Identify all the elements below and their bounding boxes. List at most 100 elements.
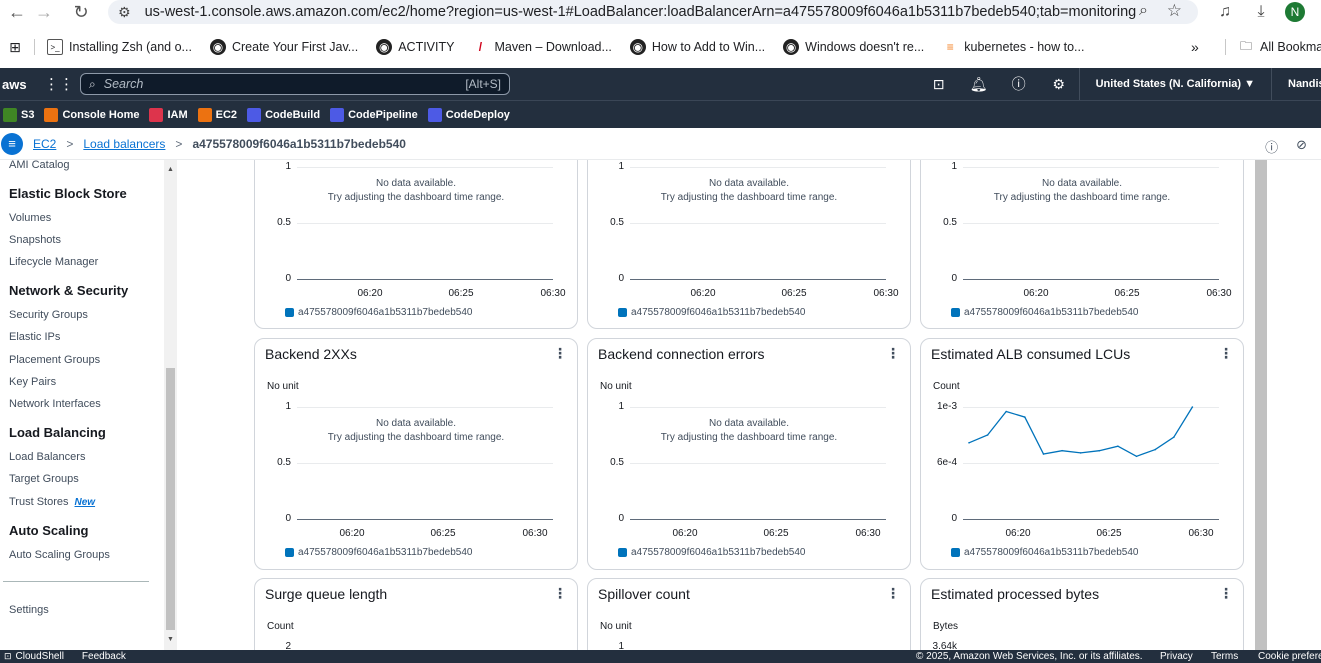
privacy-link[interactable]: Privacy [1160, 651, 1193, 662]
chart-legend[interactable]: a475578009f6046a1b5311b7bedeb540 [618, 307, 805, 318]
feedback-icon[interactable]: ⊘ [1296, 137, 1307, 156]
cloudshell-icon[interactable]: ⊡ [4, 651, 12, 662]
sidebar-item-load-balancers[interactable]: Load Balancers [0, 451, 85, 463]
sidebar-item-elastic-ips[interactable]: Elastic IPs [0, 331, 60, 343]
sidebar-item-key-pairs[interactable]: Key Pairs [0, 376, 56, 388]
address-bar[interactable]: ⚙ us-west-1.console.aws.amazon.com/ec2/h… [108, 0, 1198, 24]
sidebar-item-volumes[interactable]: Volumes [0, 212, 51, 224]
search-input[interactable]: ⌕ Search [Alt+S] [80, 73, 510, 95]
data-point[interactable] [1135, 455, 1138, 458]
more-options-icon[interactable]: ⋮ [1219, 585, 1233, 602]
sidebar-item-snapshots[interactable]: Snapshots [0, 234, 61, 246]
all-bookmarks[interactable]: 🗀 All Bookmarks [1238, 39, 1321, 55]
data-point[interactable] [1079, 452, 1082, 454]
settings-gear-icon[interactable]: ⚙ [1039, 76, 1079, 93]
region-selector[interactable]: United States (N. California) ▼ [1078, 68, 1271, 100]
favorite-ec2[interactable]: EC2 [197, 107, 237, 122]
bookmark-item[interactable]: ◉ Create Your First Jav... [209, 39, 358, 55]
info-icon[interactable]: ⓘ [1265, 137, 1278, 156]
sidebar-item-trust-stores[interactable]: Trust Stores [0, 496, 69, 508]
reload-icon[interactable]: ↻ [64, 0, 98, 28]
media-icon[interactable]: ♫ [1207, 3, 1243, 21]
bookmark-item[interactable]: ◉ Windows doesn't re... [783, 39, 924, 55]
data-point[interactable] [1061, 449, 1063, 452]
data-point[interactable] [1024, 416, 1026, 418]
apps-icon[interactable]: ⊞ [0, 39, 30, 56]
favorite-iam[interactable]: IAM [149, 107, 188, 122]
data-point[interactable] [1117, 445, 1119, 447]
more-options-icon[interactable]: ⋮ [886, 585, 900, 602]
chart-legend[interactable]: a475578009f6046a1b5311b7bedeb540 [285, 307, 472, 318]
cookie-preferences-link[interactable]: Cookie preferences [1258, 651, 1321, 662]
breadcrumb-ec2[interactable]: EC2 [33, 137, 56, 151]
scroll-up-icon[interactable]: ▲ [164, 166, 177, 173]
favorite-s3[interactable]: S3 [3, 107, 34, 122]
cloudshell-icon[interactable]: ⊡ [919, 76, 959, 93]
bookmark-star-icon[interactable]: ☆ [1167, 1, 1182, 21]
data-point[interactable] [1042, 453, 1045, 455]
chart-legend[interactable]: a475578009f6046a1b5311b7bedeb540 [951, 307, 1138, 318]
more-options-icon[interactable]: ⋮ [1219, 345, 1233, 362]
lcu-line-chart[interactable] [963, 395, 1219, 519]
favorite-codedeploy[interactable]: CodeDeploy [427, 107, 510, 122]
scroll-down-icon[interactable]: ▼ [164, 636, 177, 643]
metric-card-backend-2xx: Backend 2XXs ⋮ No unit 1 0.5 0 No data a… [254, 338, 578, 570]
scrollbar-thumb[interactable] [166, 368, 175, 630]
services-menu-icon[interactable]: ⋮⋮⋮ [44, 75, 89, 93]
sidebar-item-target-groups[interactable]: Target Groups [0, 473, 79, 485]
more-options-icon[interactable]: ⋮ [553, 345, 567, 362]
site-info-icon[interactable]: ⚙ [118, 4, 131, 21]
sidebar-item-placement-groups[interactable]: Placement Groups [0, 354, 100, 366]
unit-label: Count [267, 621, 294, 632]
download-icon[interactable]: ⤓ [1243, 3, 1279, 21]
terms-link[interactable]: Terms [1211, 651, 1238, 662]
profile-avatar[interactable]: N [1285, 2, 1305, 22]
favorite-console-home[interactable]: Console Home [44, 107, 139, 122]
data-point[interactable] [1154, 448, 1156, 451]
data-point[interactable] [1098, 449, 1101, 452]
sidebar-item-settings[interactable]: Settings [0, 604, 49, 616]
aws-logo[interactable]: aws [0, 77, 34, 92]
data-point[interactable] [1191, 406, 1194, 408]
main-scrollbar[interactable] [1255, 160, 1267, 650]
sidebar-section-network-security[interactable]: Network & Security [0, 283, 128, 298]
sidebar-item-trust-stores-row: Trust Stores New [0, 496, 95, 508]
sidebar-item-ami-catalog[interactable]: AMI Catalog [0, 160, 70, 171]
more-options-icon[interactable]: ⋮ [886, 345, 900, 362]
cloudshell-link[interactable]: CloudShell [16, 651, 64, 662]
menu-icon[interactable]: ≡ [1, 132, 23, 155]
bookmark-item[interactable]: >_ Installing Zsh (and o... [47, 39, 192, 55]
sidebar-item-lifecycle-manager[interactable]: Lifecycle Manager [0, 256, 98, 268]
more-bookmarks-icon[interactable]: » [1191, 39, 1199, 55]
data-point[interactable] [1005, 410, 1007, 413]
chart-legend[interactable]: a475578009f6046a1b5311b7bedeb540 [951, 547, 1138, 558]
forward-icon[interactable]: → [27, 0, 61, 28]
sidebar-section-ebs[interactable]: Elastic Block Store [0, 186, 127, 201]
sidebar-item-network-interfaces[interactable]: Network Interfaces [0, 398, 101, 410]
sidebar-item-auto-scaling-groups[interactable]: Auto Scaling Groups [0, 549, 110, 561]
chart-legend[interactable]: a475578009f6046a1b5311b7bedeb540 [285, 547, 472, 558]
data-point[interactable] [968, 442, 970, 444]
more-options-icon[interactable]: ⋮ [553, 585, 567, 602]
account-menu[interactable]: Nandish [1271, 68, 1321, 100]
sidebar-scrollbar[interactable]: ▲ ▼ [164, 160, 177, 650]
data-point[interactable] [986, 434, 989, 436]
chart-legend[interactable]: a475578009f6046a1b5311b7bedeb540 [618, 547, 805, 558]
breadcrumb-load-balancers[interactable]: Load balancers [83, 137, 165, 151]
bookmark-item[interactable]: ◉ How to Add to Win... [629, 39, 765, 55]
bookmark-item[interactable]: ◉ ACTIVITY [376, 39, 454, 55]
favorite-codebuild[interactable]: CodeBuild [247, 107, 320, 122]
bookmark-item[interactable]: ≡ kubernetes - how to... [942, 39, 1085, 55]
feedback-link[interactable]: Feedback [82, 651, 126, 662]
series-line[interactable] [968, 406, 1193, 458]
bookmark-item[interactable]: / Maven – Download... [472, 39, 612, 55]
zoom-icon[interactable]: ⌕ [1139, 2, 1148, 20]
data-point[interactable] [1173, 436, 1175, 438]
sidebar-section-auto-scaling[interactable]: Auto Scaling [0, 523, 88, 538]
sidebar-item-security-groups[interactable]: Security Groups [0, 309, 88, 321]
notifications-icon[interactable]: 🔔︎ [959, 76, 999, 93]
favorite-codepipeline[interactable]: CodePipeline [330, 107, 418, 122]
help-icon[interactable]: ⓘ [999, 74, 1039, 94]
x-tick-label: 06:20 [672, 528, 698, 539]
sidebar-section-load-balancing[interactable]: Load Balancing [0, 425, 106, 440]
